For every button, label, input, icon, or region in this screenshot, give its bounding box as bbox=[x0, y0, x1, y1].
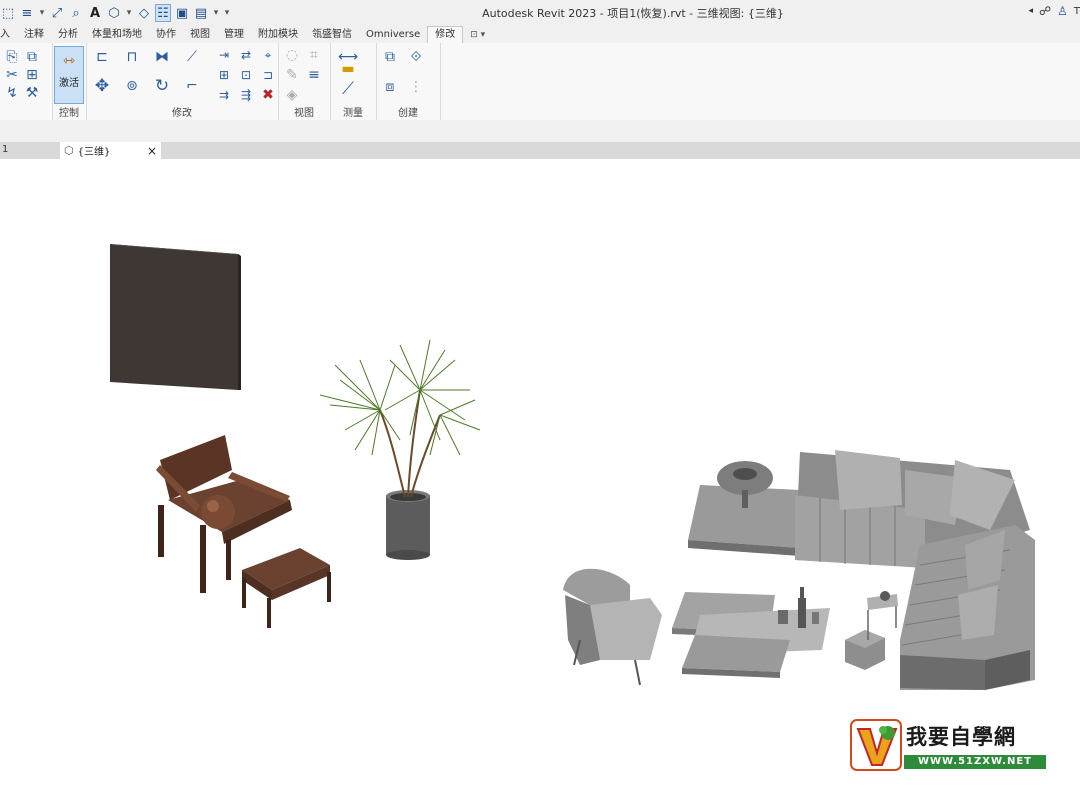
side-ledge[interactable] bbox=[688, 461, 800, 556]
tab-view[interactable]: 视图 bbox=[183, 27, 217, 43]
panel-control: ⇿ 激活 控制 bbox=[52, 43, 87, 120]
potted-plant[interactable] bbox=[319, 339, 481, 560]
title-bar: ⬚ ≡ ▾ ⤢ ⌕ A ⬡ ▾ ◇ ☷ ▣ ▤ ▾ ▾ Autodesk Rev… bbox=[0, 0, 1080, 26]
tab-addins[interactable]: 附加模块 bbox=[251, 27, 305, 43]
offset-icon[interactable]: ⊓ bbox=[122, 47, 142, 67]
tab-manage[interactable]: 管理 bbox=[217, 27, 251, 43]
ruler-icon[interactable]: ▬ bbox=[334, 59, 362, 79]
hammer-icon[interactable]: ⚒ bbox=[22, 83, 42, 103]
view-tab-bar: 1 ⬡ {三维} × bbox=[0, 142, 1080, 159]
armchair-gray[interactable] bbox=[563, 568, 662, 686]
scale-icon[interactable]: ⊡ bbox=[236, 65, 256, 85]
ribbon-options-icon[interactable]: ⊡ ▾ bbox=[463, 27, 492, 43]
paste-icon[interactable]: ⎘ bbox=[2, 47, 22, 67]
panel-label-create: 创建 bbox=[398, 108, 418, 119]
trim-icon[interactable]: ⌐ bbox=[182, 76, 202, 96]
create-assembly-icon[interactable]: ⧉ bbox=[380, 47, 400, 67]
aligned-dimension-icon[interactable]: ⟋ bbox=[334, 79, 362, 99]
activate-label: 激活 bbox=[59, 78, 79, 89]
3d-view-canvas[interactable] bbox=[0, 159, 1080, 793]
panel-label-control: 控制 bbox=[59, 108, 79, 119]
pin-element-icon[interactable]: ⊐ bbox=[258, 65, 278, 85]
coffee-tables[interactable] bbox=[672, 587, 830, 678]
hex-stool[interactable] bbox=[845, 630, 885, 670]
trim-extend-icon[interactable]: ⇉ bbox=[214, 85, 234, 105]
small-side-table[interactable] bbox=[867, 591, 898, 640]
unpin-icon[interactable]: ⌖ bbox=[258, 45, 278, 65]
panel-label-measure: 测量 bbox=[343, 108, 363, 119]
panel-create: ⧉ ⟐ ⧈ ⋮ 创建 bbox=[376, 43, 441, 120]
split-gap-icon[interactable]: ⇄ bbox=[236, 45, 256, 65]
ottoman[interactable] bbox=[242, 548, 331, 628]
match-type-icon[interactable]: ↯ bbox=[2, 83, 22, 103]
panel-modify: ⊏ ⊓ ⧓ ⟋ ✥ ⊚ ↻ ⌐ ⇥ ⇄ ⊞ ⊡ ⇉ ⇶ ⌖ ⊐ ✖ 修改 bbox=[86, 43, 279, 120]
view-tab-left[interactable]: 1 bbox=[2, 144, 8, 155]
view-filter-icon[interactable]: ≡ bbox=[304, 65, 324, 85]
options-bar bbox=[0, 120, 1080, 142]
paint-icon[interactable]: ◈ bbox=[282, 85, 302, 105]
tab-insert[interactable]: 入 bbox=[0, 27, 17, 43]
override-icon[interactable]: ⌗ bbox=[304, 45, 324, 65]
watermark-title: 我要自學網 bbox=[906, 725, 1016, 749]
view-tab-label: {三维} bbox=[77, 147, 111, 158]
mirror-draw-icon[interactable]: ⟋ bbox=[182, 47, 202, 67]
ribbon-tabs: 入 注释 分析 体量和场地 协作 视图 管理 附加模块 瓴盛智信 Omniver… bbox=[0, 26, 1080, 43]
tab-analyze[interactable]: 分析 bbox=[51, 27, 85, 43]
tab-modify[interactable]: 修改 bbox=[427, 26, 464, 43]
user-initial[interactable]: T bbox=[1074, 6, 1080, 17]
nav-left-icon[interactable]: ◂ bbox=[1028, 6, 1033, 16]
align-icon[interactable]: ⊏ bbox=[92, 47, 112, 67]
pin-icon: ⇿ bbox=[63, 53, 75, 69]
close-tab-icon[interactable]: × bbox=[147, 144, 157, 158]
copy-icon[interactable]: ⧉ bbox=[22, 47, 42, 67]
split-icon[interactable]: ⇥ bbox=[214, 45, 234, 65]
wall-panel[interactable] bbox=[110, 244, 241, 390]
ribbon-panel: ⎘ ⧉ ✂ ⊞ ↯ ⚒ ⇿ 激活 控制 ⊏ ⊓ ⧓ ⟋ ✥ ⊚ ↻ ⌐ ⇥ ⇄ … bbox=[0, 43, 1080, 121]
title-right-group: ◂ ☍ ♙ T bbox=[1028, 4, 1080, 18]
3d-view-icon: ⬡ bbox=[64, 144, 74, 157]
tab-lingsheng[interactable]: 瓴盛智信 bbox=[305, 27, 359, 43]
array-icon[interactable]: ⊞ bbox=[214, 65, 234, 85]
binoculars-icon[interactable]: ☍ bbox=[1039, 4, 1051, 18]
linework-icon[interactable]: ✎ bbox=[282, 65, 302, 85]
move-icon[interactable]: ✥ bbox=[92, 76, 112, 96]
hide-icon[interactable]: ◌ bbox=[282, 45, 302, 65]
create-similar-icon[interactable]: ⋮ bbox=[406, 77, 426, 97]
scene-drawing bbox=[110, 244, 1035, 690]
panel-measure: ⟷ ▬ ⟋ 测量 bbox=[330, 43, 377, 120]
cut-icon[interactable]: ✂ bbox=[2, 65, 22, 85]
panel-view: ◌ ⌗ ✎ ≡ ◈ 视图 bbox=[278, 43, 331, 120]
rotate-icon[interactable]: ↻ bbox=[152, 76, 172, 96]
panel-label-view: 视图 bbox=[294, 108, 314, 119]
mirror-axis-icon[interactable]: ⧓ bbox=[152, 47, 172, 67]
copy-element-icon[interactable]: ⊚ bbox=[122, 76, 142, 96]
tab-annotate[interactable]: 注释 bbox=[17, 27, 51, 43]
create-parts-icon[interactable]: ⟐ bbox=[406, 47, 426, 67]
watermark-v-icon bbox=[850, 719, 902, 771]
tab-omniverse[interactable]: Omniverse bbox=[359, 27, 427, 43]
tab-massing-site[interactable]: 体量和场地 bbox=[85, 27, 149, 43]
join-icon[interactable]: ⊞ bbox=[22, 65, 42, 85]
window-title: Autodesk Revit 2023 - 项目1(恢复).rvt - 三维视图… bbox=[482, 7, 784, 20]
view-tab-3d[interactable]: ⬡ {三维} × bbox=[60, 142, 161, 159]
watermark-logo: 我要自學網 WWW.51ZXW.NET bbox=[850, 719, 1048, 773]
activate-button[interactable]: ⇿ 激活 bbox=[54, 46, 84, 104]
trim-multiple-icon[interactable]: ⇶ bbox=[236, 85, 256, 105]
tab-collaborate[interactable]: 协作 bbox=[149, 27, 183, 43]
watermark-url: WWW.51ZXW.NET bbox=[904, 755, 1046, 769]
user-icon[interactable]: ♙ bbox=[1057, 4, 1068, 18]
delete-icon[interactable]: ✖ bbox=[258, 85, 278, 105]
panel-label-modify: 修改 bbox=[172, 108, 192, 119]
create-group-icon[interactable]: ⧈ bbox=[380, 77, 400, 97]
panel-select: ⎘ ⧉ ✂ ⊞ ↯ ⚒ bbox=[0, 43, 53, 120]
sectional-sofa[interactable] bbox=[795, 450, 1035, 690]
